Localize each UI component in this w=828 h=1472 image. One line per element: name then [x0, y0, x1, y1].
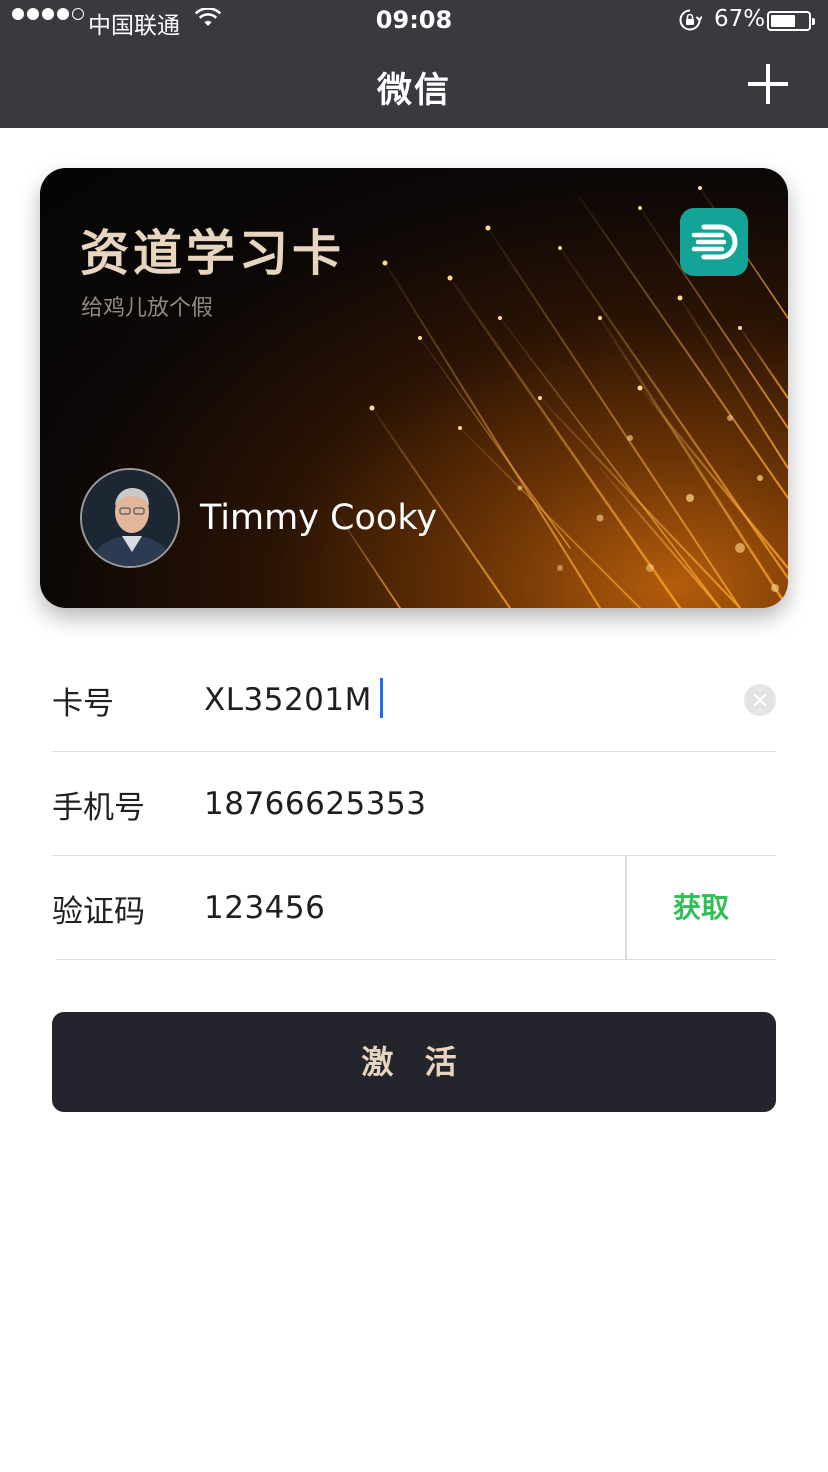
phone-input[interactable]: [204, 782, 624, 826]
card-number-row: 卡号: [52, 648, 776, 752]
status-time: 09:08: [375, 6, 453, 34]
top-bar: 中国联通 09:08 67% 微信: [0, 0, 828, 128]
activate-button[interactable]: 激 活: [52, 1012, 776, 1112]
verification-code-label: 验证码: [52, 894, 145, 930]
learning-card: 资道学习卡 给鸡儿放个假 Timmy Cooky: [40, 168, 788, 608]
verification-code-row: 验证码 获取: [52, 856, 776, 960]
phone-label: 手机号: [52, 790, 145, 826]
card-holder-name: Timmy Cooky: [200, 498, 438, 538]
card-number-input[interactable]: [204, 678, 624, 722]
plus-icon[interactable]: [746, 62, 790, 106]
brand-logo-icon: [680, 208, 748, 276]
card-title: 资道学习卡: [80, 225, 346, 282]
divider: [56, 958, 776, 960]
card-number-label: 卡号: [52, 686, 114, 722]
phone-row: 手机号: [52, 752, 776, 856]
text-caret: [380, 678, 383, 718]
get-code-button[interactable]: 获取: [626, 856, 776, 960]
verification-code-input[interactable]: [204, 886, 604, 930]
page-title: 微信: [376, 71, 451, 111]
avatar: [80, 468, 180, 568]
card-subtitle: 给鸡儿放个假: [81, 296, 214, 321]
battery-icon: [767, 11, 815, 31]
battery-percentage: 67%: [714, 6, 766, 32]
rotation-lock-icon: [678, 8, 703, 38]
status-bar: 中国联通 09:08 67%: [0, 0, 828, 42]
clear-icon[interactable]: [744, 684, 776, 716]
